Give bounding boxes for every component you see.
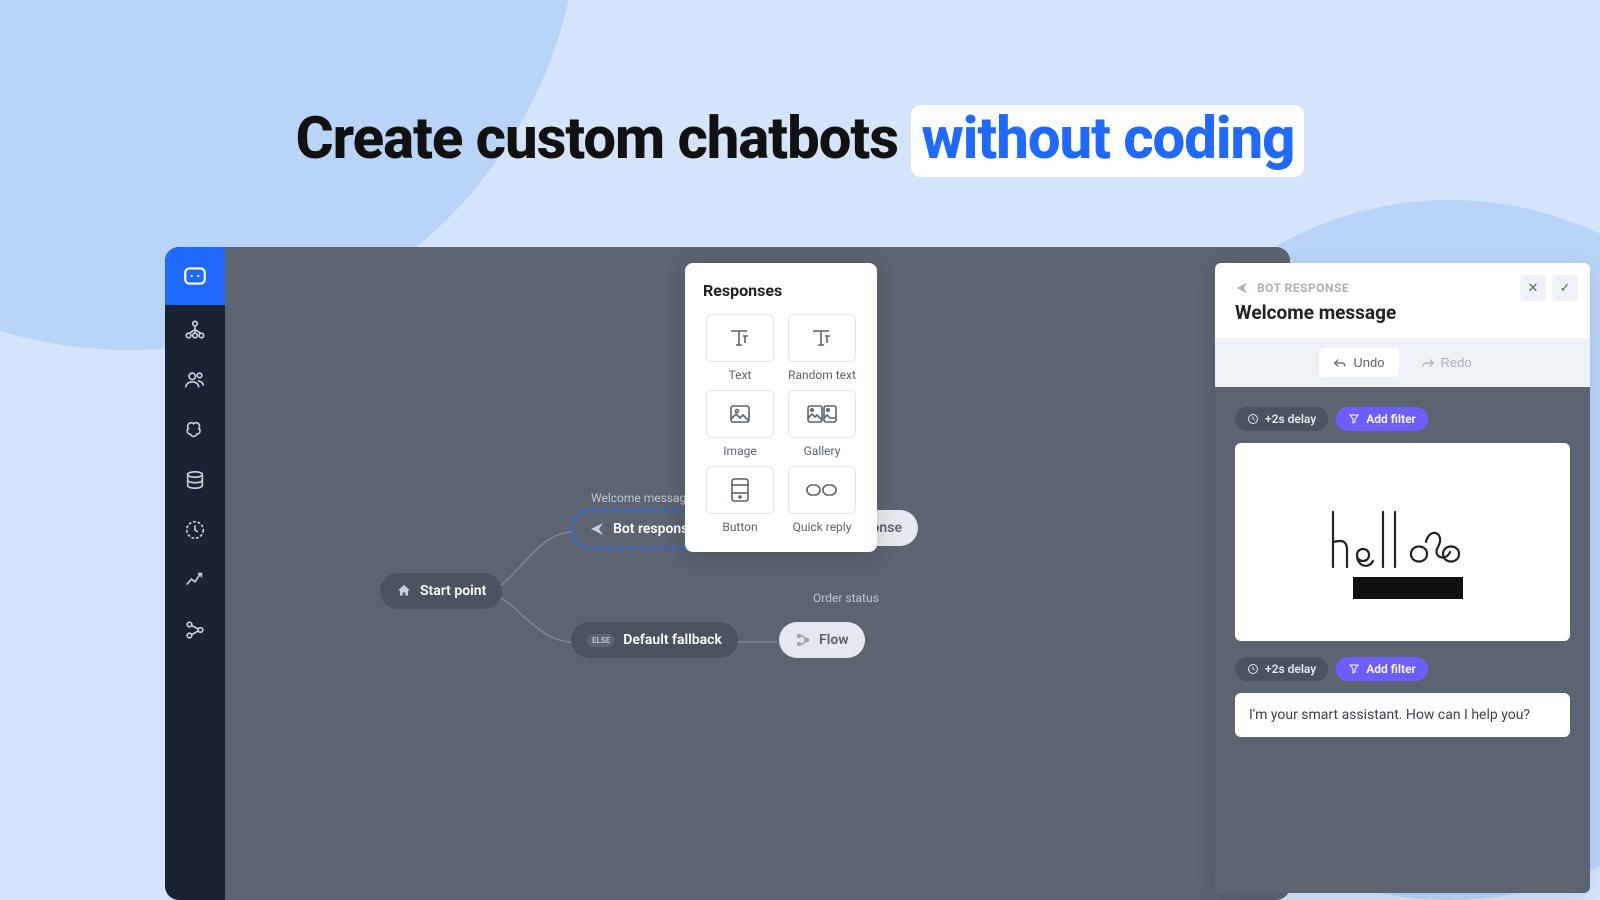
response-button-label: Button	[703, 520, 777, 534]
app-logo[interactable]	[165, 247, 225, 305]
redo-button[interactable]: Redo	[1407, 348, 1486, 377]
responses-popover: Responses Text Random text Image Gallery…	[685, 263, 877, 552]
toolbar: Undo Redo	[1215, 338, 1590, 387]
delay-pill[interactable]: +2s delay	[1235, 407, 1328, 431]
sidebar	[165, 247, 225, 900]
responses-title: Responses	[703, 281, 859, 300]
node-bot1-label: Bot response	[613, 521, 696, 537]
sidebar-flow-icon[interactable]	[165, 305, 225, 355]
response-image[interactable]: Image	[703, 390, 777, 458]
node-flow-label: Flow	[819, 632, 849, 648]
node-fallback-label: Default fallback	[623, 632, 722, 648]
undo-button[interactable]: Undo	[1319, 348, 1398, 377]
response-random-label: Random text	[785, 368, 859, 382]
sidebar-users-icon[interactable]	[165, 355, 225, 405]
sidebar-analytics-icon[interactable]	[165, 555, 225, 605]
clock-icon	[1247, 663, 1259, 675]
node-order-label: Order status	[813, 591, 879, 605]
node-welcome-label: Welcome message	[591, 491, 693, 505]
hello-image	[1249, 457, 1556, 627]
undo-icon	[1333, 357, 1347, 369]
response-quick-reply-label: Quick reply	[785, 520, 859, 534]
filter-pill-2[interactable]: Add filter	[1336, 657, 1428, 681]
text-card[interactable]: I'm your smart assistant. How can I help…	[1235, 693, 1570, 737]
response-image-label: Image	[703, 444, 777, 458]
confirm-button[interactable]: ✓	[1552, 275, 1578, 301]
delay-pill-2[interactable]: +2s delay	[1235, 657, 1328, 681]
response-quick-reply[interactable]: Quick reply	[785, 466, 859, 534]
detail-panel: BOT RESPONSE Welcome message ✕ ✓ Undo Re…	[1215, 263, 1590, 893]
response-random-text[interactable]: Random text	[785, 314, 859, 382]
sidebar-nodes-icon[interactable]	[165, 605, 225, 655]
image-card[interactable]	[1235, 443, 1570, 641]
filter-icon	[1348, 663, 1360, 675]
text-message: I'm your smart assistant. How can I help…	[1249, 707, 1556, 723]
filter-pill[interactable]: Add filter	[1336, 407, 1428, 431]
response-text[interactable]: Text	[703, 314, 777, 382]
node-flow[interactable]: Flow	[779, 622, 865, 658]
sidebar-brain-icon[interactable]	[165, 405, 225, 455]
redo-icon	[1421, 357, 1435, 369]
headline: Create custom chatbots without coding	[0, 105, 1600, 173]
close-button[interactable]: ✕	[1520, 275, 1546, 301]
node-start-label: Start point	[420, 583, 486, 599]
panel-body: +2s delay Add filter	[1215, 387, 1590, 893]
filter-icon	[1348, 413, 1360, 425]
node-start-point[interactable]: Start point	[380, 573, 502, 609]
clock-icon	[1247, 413, 1259, 425]
headline-plain: Create custom chatbots	[296, 105, 912, 173]
send-icon	[1235, 281, 1249, 295]
sidebar-clock-icon[interactable]	[165, 505, 225, 555]
sidebar-database-icon[interactable]	[165, 455, 225, 505]
response-gallery[interactable]: Gallery	[785, 390, 859, 458]
headline-highlight: without coding	[911, 105, 1304, 177]
panel-title: Welcome message	[1235, 301, 1570, 324]
response-gallery-label: Gallery	[785, 444, 859, 458]
node-default-fallback[interactable]: ELSE Default fallback	[571, 622, 738, 658]
else-badge: ELSE	[587, 634, 615, 647]
response-button[interactable]: Button	[703, 466, 777, 534]
response-text-label: Text	[703, 368, 777, 382]
